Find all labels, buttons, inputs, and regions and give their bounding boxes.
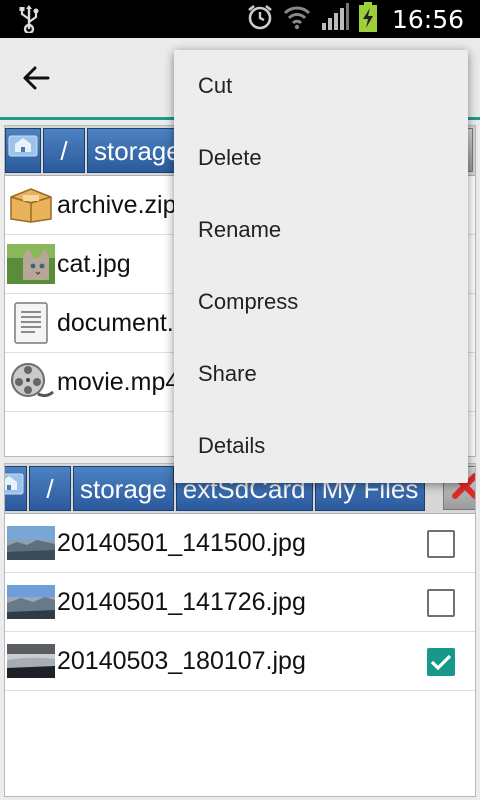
- image-thumbnail-cat: [7, 244, 55, 284]
- crumb-root[interactable]: /: [29, 466, 71, 511]
- file-name: 20140501_141726.jpg: [57, 587, 306, 616]
- image-thumbnail-landscape: [7, 641, 55, 681]
- list-item[interactable]: 20140501_141726.jpg: [5, 573, 475, 632]
- file-name: archive.zip: [57, 190, 177, 219]
- list-item[interactable]: 20140503_180107.jpg: [5, 632, 475, 691]
- menu-item-share[interactable]: Share: [174, 338, 468, 410]
- file-name: movie.mp4: [57, 367, 180, 396]
- crumb-storage[interactable]: storage: [87, 128, 188, 173]
- archive-box-icon: [7, 185, 55, 225]
- menu-item-rename[interactable]: Rename: [174, 194, 468, 266]
- list-item[interactable]: 20140501_141500.jpg: [5, 514, 475, 573]
- menu-item-details[interactable]: Details: [174, 410, 468, 482]
- image-thumbnail-landscape: [7, 523, 55, 563]
- menu-item-compress[interactable]: Compress: [174, 266, 468, 338]
- home-crumb[interactable]: [5, 466, 27, 511]
- battery-charging-icon: [358, 1, 378, 37]
- select-checkbox[interactable]: [427, 530, 455, 558]
- film-reel-icon: [7, 362, 55, 402]
- back-button[interactable]: [18, 62, 54, 98]
- crumb-root[interactable]: /: [43, 128, 85, 173]
- home-folder-icon: [5, 466, 25, 511]
- file-name: 20140501_141500.jpg: [57, 528, 306, 557]
- image-thumbnail-landscape: [7, 582, 55, 622]
- select-checkbox-checked[interactable]: [427, 648, 455, 676]
- crumb-storage[interactable]: storage: [73, 466, 174, 511]
- file-name: 20140503_180107.jpg: [57, 646, 306, 675]
- text-document-icon: [7, 302, 55, 344]
- bottom-file-pane: / storage extSdCard My Files 20140501_14…: [4, 463, 476, 797]
- arrow-back-icon: [22, 65, 50, 96]
- file-list: 20140501_141500.jpg 20140501_141726.jpg: [5, 514, 475, 691]
- context-menu: Cut Delete Rename Compress Share Details: [174, 50, 468, 483]
- status-bar: 16:56: [0, 0, 480, 38]
- select-checkbox[interactable]: [427, 589, 455, 617]
- home-crumb[interactable]: [5, 128, 41, 173]
- file-name: cat.jpg: [57, 249, 131, 278]
- alarm-icon: [246, 3, 274, 36]
- usb-icon: [16, 5, 42, 35]
- signal-icon: [320, 2, 350, 36]
- clock: 16:56: [391, 4, 464, 34]
- home-folder-icon: [7, 128, 39, 173]
- menu-item-delete[interactable]: Delete: [174, 122, 468, 194]
- wifi-icon: [282, 3, 312, 36]
- menu-item-cut[interactable]: Cut: [174, 50, 468, 122]
